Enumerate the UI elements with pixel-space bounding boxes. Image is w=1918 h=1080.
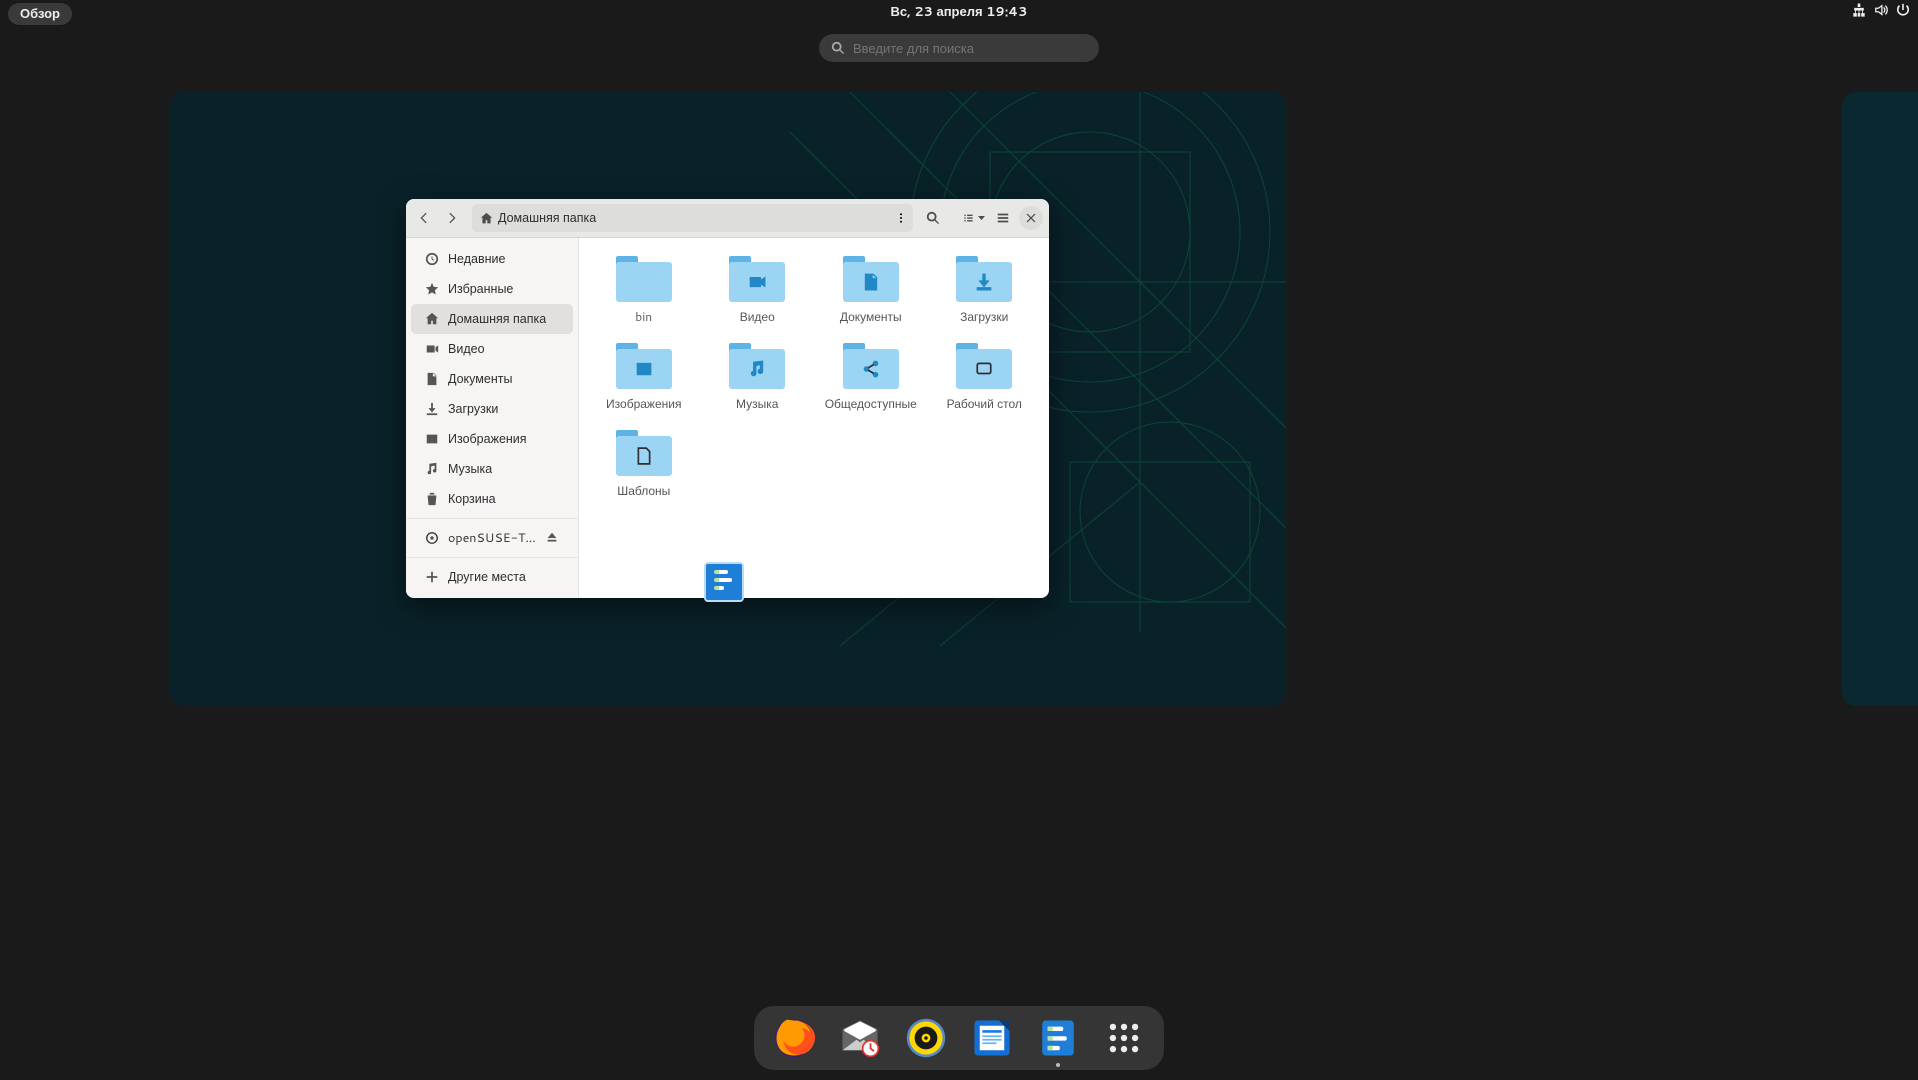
dock-files[interactable] [1034, 1014, 1082, 1062]
dock-mail[interactable] [836, 1014, 884, 1062]
network-icon[interactable] [1852, 3, 1866, 17]
file-grid: bin Видео Документы Загрузки Изображения Музы… [579, 238, 1049, 598]
sidebar-item-download[interactable]: Загрузки [411, 394, 573, 424]
sidebar-item-other-places[interactable]: Другие места [411, 562, 573, 592]
folder-item[interactable]: Изображения [591, 343, 697, 412]
workspace-next[interactable] [1842, 92, 1918, 706]
sidebar-separator [406, 518, 578, 519]
folder-item[interactable]: Загрузки [932, 256, 1038, 325]
eject-icon[interactable] [545, 531, 559, 545]
download-icon [425, 402, 439, 416]
sidebar-item-image[interactable]: Изображения [411, 424, 573, 454]
pathbar-segment-home[interactable]: Домашняя папка [472, 204, 604, 232]
sidebar-item-label: Недавние [448, 250, 505, 268]
folder-icon [616, 430, 672, 476]
sidebar-item-video[interactable]: Видео [411, 334, 573, 364]
folder-label: Загрузки [960, 308, 1008, 325]
sidebar-item-label: Другие места [448, 568, 526, 586]
dock-firefox[interactable] [770, 1014, 818, 1062]
pathbar[interactable]: Домашняя папка [472, 204, 913, 232]
folder-icon [616, 256, 672, 302]
folder-icon [616, 343, 672, 389]
files-window[interactable]: Домашняя папка Недавние Избранные Домашняя… [406, 199, 1049, 598]
music-icon [425, 462, 439, 476]
dock-music[interactable] [902, 1014, 950, 1062]
pathbar-menu-button[interactable] [889, 212, 913, 224]
folder-label: Музыка [736, 395, 778, 412]
volume-icon[interactable] [1874, 3, 1888, 17]
doc-icon [425, 372, 439, 386]
window-close-button[interactable] [1019, 206, 1043, 230]
dock-apps-grid[interactable] [1100, 1014, 1148, 1062]
sidebar-item-music[interactable]: Музыка [411, 454, 573, 484]
trash-icon [425, 492, 439, 506]
sidebar-item-clock[interactable]: Недавние [411, 244, 573, 274]
window-header: Домашняя папка [406, 199, 1049, 238]
sidebar-item-label: Избранные [448, 280, 513, 298]
disk-icon [425, 531, 439, 545]
window-preview-icon[interactable] [704, 562, 752, 610]
view-list-button[interactable] [963, 206, 987, 230]
folder-item[interactable]: Шаблоны [591, 430, 697, 499]
folder-label: Документы [840, 308, 902, 325]
sidebar: Недавние Избранные Домашняя папка Видео Доку… [406, 238, 579, 598]
sidebar-item-disk[interactable]: openSUSE-Tumble… [411, 523, 573, 553]
nav-back-button[interactable] [412, 206, 436, 230]
power-icon[interactable] [1896, 3, 1910, 17]
folder-icon [729, 343, 785, 389]
dock [754, 1006, 1164, 1070]
sidebar-item-trash[interactable]: Корзина [411, 484, 573, 514]
folder-icon [729, 256, 785, 302]
dock-writer[interactable] [968, 1014, 1016, 1062]
folder-item[interactable]: Документы [818, 256, 924, 325]
clock[interactable]: Вс, 23 апреля 19:43 [891, 3, 1028, 21]
folder-item[interactable]: Видео [705, 256, 811, 325]
folder-icon [956, 343, 1012, 389]
search-icon [831, 41, 845, 55]
sidebar-item-label: Домашняя папка [448, 310, 546, 328]
folder-item[interactable]: Рабочий стол [932, 343, 1038, 412]
sidebar-item-label: Загрузки [448, 400, 498, 418]
clock-icon [425, 252, 439, 266]
folder-item[interactable]: bin [591, 256, 697, 325]
folder-item[interactable]: Общедоступные [818, 343, 924, 412]
plus-icon [425, 570, 439, 584]
folder-label: Видео [740, 308, 775, 325]
video-icon [425, 342, 439, 356]
running-indicator [1056, 1063, 1060, 1067]
sidebar-item-doc[interactable]: Документы [411, 364, 573, 394]
nav-forward-button[interactable] [440, 206, 464, 230]
folder-label: bin [635, 308, 652, 325]
folder-item[interactable]: Музыка [705, 343, 811, 412]
sidebar-item-label: openSUSE-Tumble… [448, 529, 536, 547]
folder-label: Изображения [606, 395, 681, 412]
top-bar: Обзор Вс, 23 апреля 19:43 [0, 0, 1918, 24]
workspace-thumbnail[interactable]: Домашняя папка Недавние Избранные Домашняя… [170, 92, 1286, 706]
folder-icon [843, 343, 899, 389]
folder-label: Шаблоны [617, 482, 670, 499]
folder-label: Рабочий стол [947, 395, 1022, 412]
sidebar-item-label: Изображения [448, 430, 527, 448]
hamburger-menu-button[interactable] [991, 206, 1015, 230]
sidebar-item-label: Документы [448, 370, 512, 388]
image-icon [425, 432, 439, 446]
search-button[interactable] [921, 206, 945, 230]
home-icon [480, 212, 493, 225]
star-icon [425, 282, 439, 296]
sidebar-item-label: Корзина [448, 490, 496, 508]
folder-label: Общедоступные [825, 395, 917, 412]
pathbar-label: Домашняя папка [498, 209, 596, 227]
folder-icon [956, 256, 1012, 302]
sidebar-item-home[interactable]: Домашняя папка [411, 304, 573, 334]
search-input[interactable] [853, 41, 1087, 56]
sidebar-separator [406, 557, 578, 558]
sidebar-item-star[interactable]: Избранные [411, 274, 573, 304]
folder-icon [843, 256, 899, 302]
activities-button[interactable]: Обзор [8, 3, 72, 25]
sidebar-item-label: Видео [448, 340, 485, 358]
home-icon [425, 312, 439, 326]
sidebar-item-label: Музыка [448, 460, 492, 478]
overview-search[interactable] [819, 34, 1099, 62]
